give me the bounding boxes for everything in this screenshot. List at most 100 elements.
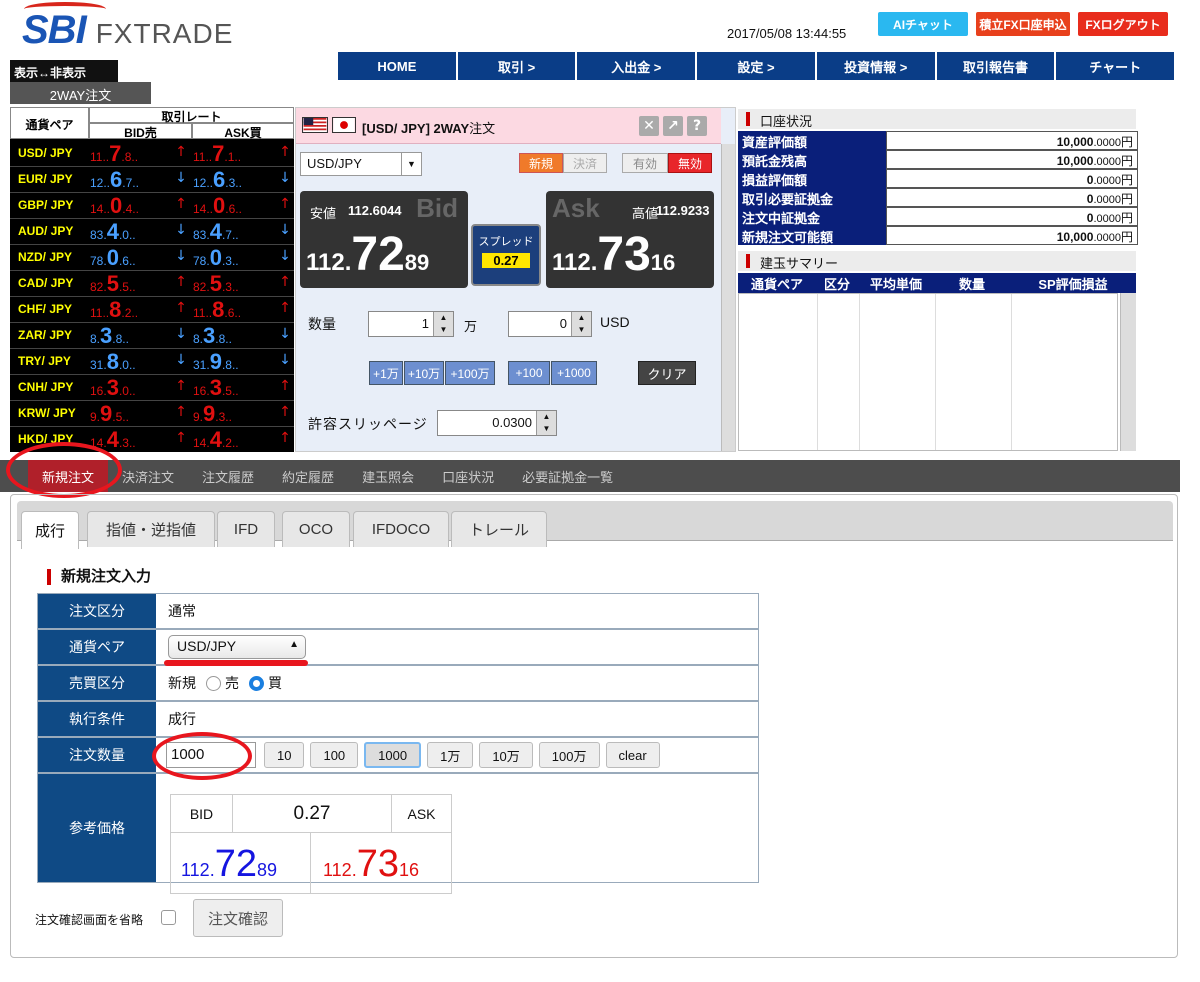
rate-bid[interactable]: 11..7.8.. <box>90 141 172 166</box>
subtab-trail[interactable]: トレール <box>451 511 547 547</box>
slippage-stepper-icon[interactable]: ▲ ▼ <box>536 411 556 435</box>
rate-row[interactable]: AUD/ JPY 83.4.0.. ↓ 83.4.7.. ↓ <box>10 219 294 245</box>
rate-ask[interactable]: 78.0.3.. <box>193 245 275 270</box>
bid-quote-panel[interactable]: 安値 112.6044 Bid 112.7289 <box>300 191 468 288</box>
two-way-order-tab[interactable]: 2WAY注文 <box>10 82 151 104</box>
rate-row[interactable]: GBP/ JPY 14..0.4.. ↑ 14..0.6.. ↑ <box>10 193 294 219</box>
add-1000-button[interactable]: +1000 <box>551 361 597 385</box>
rate-ask[interactable]: 14.4.2.. <box>193 427 275 452</box>
side-label: 売買区分 <box>38 666 156 700</box>
close-icon[interactable]: ✕ <box>639 116 659 136</box>
nav-chart[interactable]: チャート <box>1056 52 1175 80</box>
slippage-input[interactable]: 0.0300 ▲ ▼ <box>437 410 557 436</box>
help-icon[interactable]: ? <box>687 116 707 136</box>
tab-execution-history[interactable]: 約定履歴 <box>268 460 348 492</box>
qty-10-button[interactable]: 10 <box>264 742 305 768</box>
qty-10man-button[interactable]: 10万 <box>479 742 533 768</box>
rate-ask[interactable]: 9.9.3.. <box>193 401 275 426</box>
subtab-market[interactable]: 成行 <box>21 511 79 549</box>
rate-bid[interactable]: 78.0.6.. <box>90 245 172 270</box>
rate-ask[interactable]: 14..0.6.. <box>193 193 275 218</box>
qty-input[interactable]: 1 ▲ ▼ <box>368 311 454 337</box>
ref-bid-price[interactable]: 112.7289 <box>171 833 311 893</box>
add-10man-button[interactable]: +10万 <box>404 361 444 385</box>
rate-row[interactable]: ZAR/ JPY 8.3.8.. ↓ 8.3.8.. ↓ <box>10 323 294 349</box>
qty-1000-button[interactable]: 1000 <box>364 742 422 768</box>
ask-trend-arrow-icon: ↓ <box>279 170 291 186</box>
ref-ask-price[interactable]: 112.7316 <box>311 833 451 893</box>
rate-bid[interactable]: 82.5.5.. <box>90 271 172 296</box>
rate-ask[interactable]: 8.3.8.. <box>193 323 275 348</box>
tab-order-history[interactable]: 注文履歴 <box>188 460 268 492</box>
order-confirm-button[interactable]: 注文確認 <box>193 899 284 937</box>
rate-row[interactable]: TRY/ JPY 31.8.0.. ↓ 31.9.8.. ↓ <box>10 349 294 375</box>
tsumitate-fx-apply-button[interactable]: 積立FX口座申込 <box>976 12 1070 36</box>
subtab-oco[interactable]: OCO <box>282 511 350 547</box>
nav-trade-report[interactable]: 取引報告書 <box>936 52 1055 80</box>
qty-clear-button[interactable]: clear <box>605 742 660 768</box>
rate-bid[interactable]: 12..6.7.. <box>90 167 172 192</box>
rate-bid[interactable]: 83.4.0.. <box>90 219 172 244</box>
rate-ask[interactable]: 82.5.3.. <box>193 271 275 296</box>
nav-settings[interactable]: 設定 > <box>697 52 815 80</box>
fx-logout-button[interactable]: FXログアウト <box>1078 12 1168 36</box>
nav-investment-info[interactable]: 投資情報 > <box>816 52 935 80</box>
two-way-clear-button[interactable]: クリア <box>638 361 696 385</box>
rate-bid[interactable]: 31.8.0.. <box>90 349 172 374</box>
sell-radio[interactable] <box>206 675 221 691</box>
two-way-scrollbar[interactable] <box>721 144 735 451</box>
qty-usd-input[interactable]: 0 ▲ ▼ <box>508 311 592 337</box>
buy-radio[interactable] <box>249 675 264 691</box>
nav-home[interactable]: HOME <box>338 52 456 80</box>
rate-ask[interactable]: 11..8.6.. <box>193 297 275 322</box>
order-type-value: 通常 <box>168 603 196 619</box>
tab-margin-list[interactable]: 必要証拠金一覧 <box>508 460 627 492</box>
order-pair-select[interactable]: USD/JPY ▲ <box>168 635 306 659</box>
qty-usd-stepper-icon[interactable]: ▲ ▼ <box>571 312 591 336</box>
subtab-ifd[interactable]: IFD <box>217 511 275 547</box>
add-100-button[interactable]: +100 <box>508 361 550 385</box>
rate-bid[interactable]: 9.9.5.. <box>90 401 172 426</box>
rate-ask[interactable]: 31.9.8.. <box>193 349 275 374</box>
tab-account-status[interactable]: 口座状況 <box>428 460 508 492</box>
qty-100man-button[interactable]: 100万 <box>538 742 600 768</box>
disable-button[interactable]: 無効 <box>668 153 712 173</box>
popout-icon[interactable]: ↗ <box>663 116 683 136</box>
subtab-limit-stop[interactable]: 指値・逆指値 <box>87 511 215 547</box>
rate-row[interactable]: USD/ JPY 11..7.8.. ↑ 11..7.1.. ↑ <box>10 141 294 167</box>
nav-trade[interactable]: 取引 > <box>457 52 576 80</box>
skip-confirm-checkbox[interactable] <box>161 910 176 925</box>
position-summary-scrollbar[interactable] <box>1120 293 1136 451</box>
add-1man-button[interactable]: +1万 <box>369 361 403 385</box>
rate-row[interactable]: EUR/ JPY 12..6.7.. ↓ 12..6.3.. ↓ <box>10 167 294 193</box>
rate-ask[interactable]: 16.3.5.. <box>193 375 275 400</box>
rate-row[interactable]: CAD/ JPY 82.5.5.. ↑ 82.5.3.. ↑ <box>10 271 294 297</box>
form-row-order-type: 注文区分 通常 <box>37 593 759 629</box>
enable-button[interactable]: 有効 <box>622 153 668 173</box>
settle-mode-button[interactable]: 決済 <box>563 153 607 173</box>
rate-bid[interactable]: 14..0.4.. <box>90 193 172 218</box>
rate-ask[interactable]: 83.4.7.. <box>193 219 275 244</box>
ask-quote-panel[interactable]: Ask 高値 112.9233 112.7316 <box>546 191 714 288</box>
rate-ask[interactable]: 11..7.1.. <box>193 141 275 166</box>
tab-position-inquiry[interactable]: 建玉照会 <box>348 460 428 492</box>
rate-bid[interactable]: 16.3.0.. <box>90 375 172 400</box>
rate-row[interactable]: CNH/ JPY 16.3.0.. ↑ 16.3.5.. ↑ <box>10 375 294 401</box>
ai-chat-button[interactable]: AIチャット <box>878 12 968 36</box>
rate-row[interactable]: KRW/ JPY 9.9.5.. ↑ 9.9.3.. ↑ <box>10 401 294 427</box>
add-100man-button[interactable]: +100万 <box>445 361 495 385</box>
nav-deposit[interactable]: 入出金 > <box>577 52 696 80</box>
two-way-pair-select[interactable]: USD/JPY ▼ <box>300 152 422 176</box>
subtab-ifdoco[interactable]: IFDOCO <box>353 511 449 547</box>
rate-bid[interactable]: 11..8.2.. <box>90 297 172 322</box>
rate-row[interactable]: CHF/ JPY 11..8.2.. ↑ 11..8.6.. ↑ <box>10 297 294 323</box>
qty-stepper-icon[interactable]: ▲ ▼ <box>433 312 453 336</box>
qty-100-button[interactable]: 100 <box>310 742 359 768</box>
rate-ask[interactable]: 12..6.3.. <box>193 167 275 192</box>
toggle-display-tab[interactable]: 表示↔非表示 <box>10 60 118 82</box>
rate-bid[interactable]: 8.3.8.. <box>90 323 172 348</box>
two-way-order-window: [USD/ JPY] 2WAY注文 ✕ ↗ ? USD/JPY ▼ 新規 決済 … <box>295 107 736 452</box>
rate-row[interactable]: NZD/ JPY 78.0.6.. ↓ 78.0.3.. ↓ <box>10 245 294 271</box>
new-mode-button[interactable]: 新規 <box>519 153 563 173</box>
qty-1man-button[interactable]: 1万 <box>427 742 474 768</box>
